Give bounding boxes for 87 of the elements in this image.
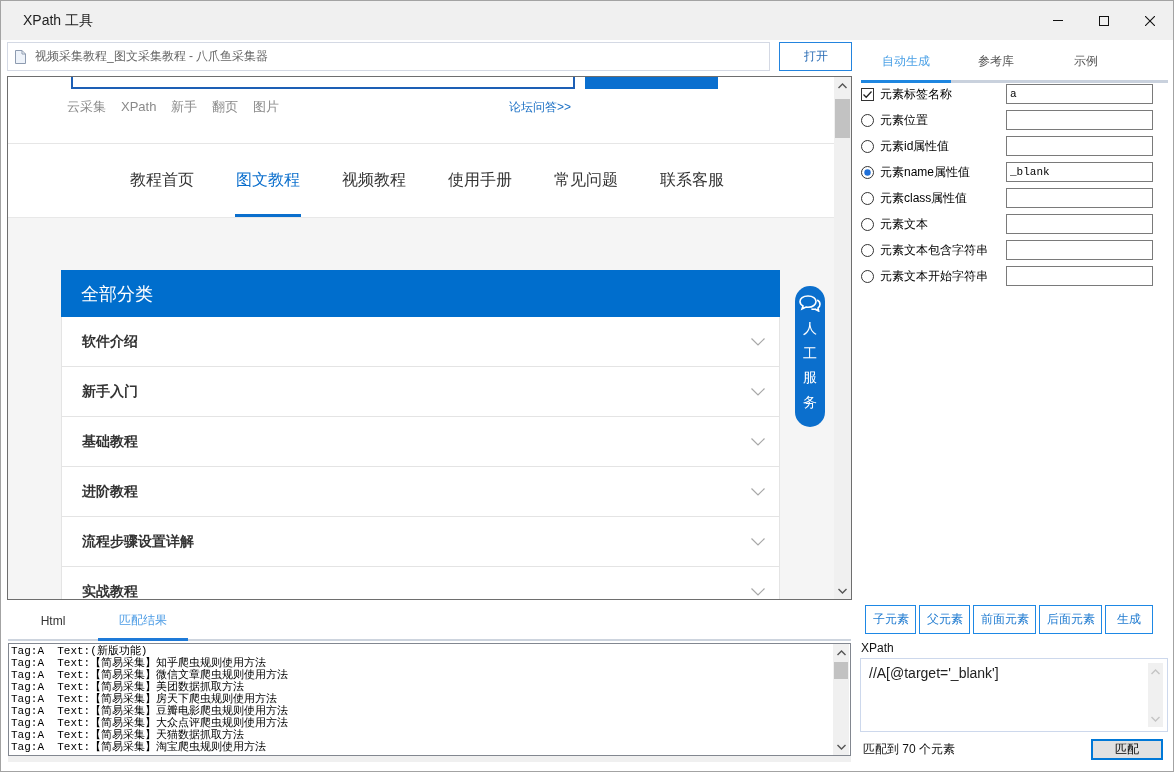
quick-link[interactable]: 图片 [253,99,280,115]
window-title: XPath 工具 [23,11,94,30]
chevron-down-icon [751,337,765,346]
text-field[interactable]: a [1006,84,1153,104]
result-line: Tag:A Text:【简易采集】豆瓣电影爬虫规则使用方法 [11,705,290,717]
nav-tab[interactable]: 联系客服 [659,144,725,217]
match-count: 匹配到 70 个元素 [863,741,955,758]
chat-bubbles-icon [799,295,821,312]
scroll-up-icon[interactable] [838,83,847,89]
radio-option[interactable]: 元素文本开始字符串 [861,267,1006,285]
maximize-icon [1099,15,1109,26]
radio-option[interactable]: 元素文本 [861,215,1006,233]
radio-icon[interactable] [861,269,874,283]
result-line: Tag:A Text:(新版功能) [11,645,148,657]
generator-tab[interactable]: 参考库 [951,43,1041,83]
result-tab[interactable]: Html [8,603,98,641]
result-line: Tag:A Text:【简易采集】知乎爬虫规则使用方法 [11,657,268,669]
quick-link[interactable]: 翻页 [212,99,239,115]
quick-link[interactable]: XPath [121,99,157,115]
minimize-icon [1053,20,1063,21]
radio-option[interactable]: 元素位置 [861,111,1006,129]
result-line: Tag:A Text:【简易采集】美团数据抓取方法 [11,681,245,693]
category-row[interactable]: 流程步骤设置详解 [61,517,780,567]
action-button[interactable]: 前面元素 [973,605,1036,634]
scroll-up-icon[interactable] [836,650,846,656]
radio-icon[interactable] [861,113,874,127]
category-row[interactable]: 基础教程 [61,417,780,467]
category-header: 全部分类 [61,270,780,317]
nav-tab[interactable]: 视频教程 [341,144,407,217]
checkbox-option[interactable]: 元素标签名称 [861,85,1006,103]
radio-icon[interactable] [861,165,874,179]
text-field[interactable] [1006,266,1153,286]
radio-option[interactable]: 元素name属性值 [861,163,1006,181]
text-field[interactable]: _blank [1006,162,1153,182]
category-row[interactable]: 软件介绍 [61,317,780,367]
quick-link[interactable]: 新手 [171,99,198,115]
result-line: Tag:A Text:【简易采集】房天下爬虫规则使用方法 [11,693,279,705]
nav-tab[interactable]: 常见问题 [553,144,619,217]
scrollbar[interactable] [834,77,851,599]
search-field[interactable] [71,77,575,89]
scrollbar[interactable] [833,644,849,755]
result-line: Tag:A Text:【简易采集】淘宝爬虫规则使用方法 [11,741,268,753]
text-field[interactable] [1006,136,1153,156]
chevron-down-icon [751,437,765,446]
text-field[interactable] [1006,110,1153,130]
radio-option[interactable]: 元素id属性值 [861,137,1006,155]
nav-tab[interactable]: 使用手册 [447,144,513,217]
xpath-field[interactable]: //A[@target='_blank'] [860,658,1168,732]
radio-icon[interactable] [861,217,874,231]
scrollbar-thumb[interactable] [835,99,850,138]
action-button[interactable]: 生成 [1105,605,1153,634]
radio-option[interactable]: 元素文本包含字符串 [861,241,1006,259]
open-button[interactable]: 打开 [779,42,852,71]
scroll-down-icon[interactable] [838,588,847,594]
forum-link[interactable]: 论坛问答>> [509,98,571,116]
document-icon [15,49,26,64]
text-field[interactable] [1006,240,1153,260]
scrollbar-thumb[interactable] [834,662,848,679]
chevron-down-icon [751,387,765,396]
customer-service-button[interactable]: 人工服务 [795,286,825,427]
close-icon [1145,15,1155,26]
category-row[interactable]: 实战教程 [61,567,780,599]
action-button[interactable]: 子元素 [865,605,916,634]
scroll-down-icon[interactable] [836,744,846,750]
radio-icon[interactable] [861,139,874,153]
category-row[interactable]: 进阶教程 [61,467,780,517]
address-field[interactable]: 视频采集教程_图文采集教程 - 八爪鱼采集器 [7,42,770,71]
chevron-down-icon [751,537,765,546]
radio-option[interactable]: 元素class属性值 [861,189,1006,207]
nav-tab[interactable]: 教程首页 [129,144,195,217]
generator-tab[interactable]: 示例 [1041,43,1131,83]
quick-link[interactable]: 云采集 [67,99,106,115]
radio-icon[interactable] [861,191,874,205]
chevron-down-icon [751,487,765,496]
text-field[interactable] [1006,214,1153,234]
radio-icon[interactable] [861,243,874,257]
action-button[interactable]: 父元素 [919,605,970,634]
xpath-label: XPath [861,641,894,655]
match-button[interactable]: 匹配 [1091,739,1163,760]
category-row[interactable]: 新手入门 [61,367,780,417]
result-line: Tag:A Text:【简易采集】微信文章爬虫规则使用方法 [11,669,290,681]
checkbox-icon[interactable] [861,87,874,101]
action-button[interactable]: 后面元素 [1039,605,1102,634]
result-line: Tag:A Text:【简易采集】大众点评爬虫规则使用方法 [11,717,290,729]
chevron-down-icon [751,587,765,596]
text-field[interactable] [1006,188,1153,208]
result-line: Tag:A Text:【简易采集】天猫数据抓取方法 [11,729,245,741]
